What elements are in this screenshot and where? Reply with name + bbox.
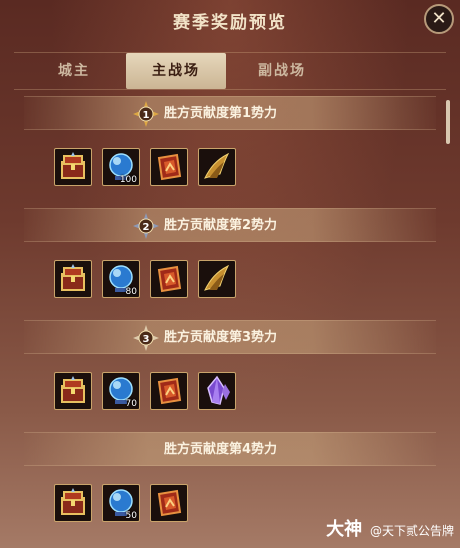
reward-banner: 3 胜方贡献度第3势力 — [24, 320, 436, 354]
reward-list: 1 胜方贡献度第1势力 100 2 胜方贡献度第2势力 80 3 胜方贡献度第3势力 70 胜方贡… — [24, 96, 436, 548]
reward-item[interactable] — [150, 260, 188, 298]
rank-badge-icon: 1 — [132, 100, 160, 128]
reward-item[interactable]: 70 — [102, 372, 140, 410]
close-icon: ✕ — [431, 8, 447, 29]
svg-text:2: 2 — [143, 222, 150, 233]
close-button[interactable]: ✕ — [424, 4, 454, 34]
tab-city-lord[interactable]: 城主 — [24, 53, 124, 89]
reward-item[interactable] — [198, 148, 236, 186]
item-quantity: 80 — [125, 287, 137, 297]
svg-text:1: 1 — [143, 110, 150, 121]
reward-item[interactable] — [198, 372, 236, 410]
watermark-logo: 大神 — [326, 519, 363, 540]
svg-text:3: 3 — [143, 334, 150, 345]
tab-bar: 城主 主战场 副战场 — [14, 52, 446, 90]
reward-tier-label: 胜方贡献度第4势力 — [164, 442, 278, 457]
reward-tier-label: 胜方贡献度第3势力 — [164, 330, 278, 345]
rank-badge-icon: 3 — [132, 324, 160, 352]
watermark-text: @天下贰公告牌 — [369, 524, 454, 538]
rank-badge-icon: 2 — [132, 212, 160, 240]
reward-tier-label: 胜方贡献度第2势力 — [164, 218, 278, 233]
reward-item[interactable] — [54, 148, 92, 186]
reward-item[interactable] — [54, 260, 92, 298]
tab-main-battlefield[interactable]: 主战场 — [126, 53, 226, 89]
tab-sub-battlefield[interactable]: 副战场 — [232, 53, 332, 89]
reward-item[interactable] — [54, 484, 92, 522]
reward-item[interactable]: 80 — [102, 260, 140, 298]
watermark: 大神 @天下贰公告牌 — [326, 518, 454, 542]
reward-banner: 胜方贡献度第4势力 — [24, 432, 436, 466]
item-quantity: 70 — [125, 399, 137, 409]
reward-item[interactable] — [150, 484, 188, 522]
dialog-title: 赛季奖励预览 — [173, 13, 287, 33]
reward-item[interactable] — [150, 148, 188, 186]
reward-item[interactable] — [150, 372, 188, 410]
reward-tier-label: 胜方贡献度第1势力 — [164, 106, 278, 121]
reward-item[interactable] — [198, 260, 236, 298]
reward-item[interactable] — [54, 372, 92, 410]
item-quantity: 50 — [125, 511, 137, 521]
reward-item[interactable]: 50 — [102, 484, 140, 522]
reward-item[interactable]: 100 — [102, 148, 140, 186]
season-reward-dialog: 赛季奖励预览 ✕ 城主 主战场 副战场 1 胜方贡献度第1势力 100 2 胜方贡献度第… — [0, 0, 460, 548]
reward-banner: 2 胜方贡献度第2势力 — [24, 208, 436, 242]
item-quantity: 100 — [119, 175, 137, 185]
reward-banner: 1 胜方贡献度第1势力 — [24, 96, 436, 130]
scrollbar[interactable] — [446, 100, 450, 144]
